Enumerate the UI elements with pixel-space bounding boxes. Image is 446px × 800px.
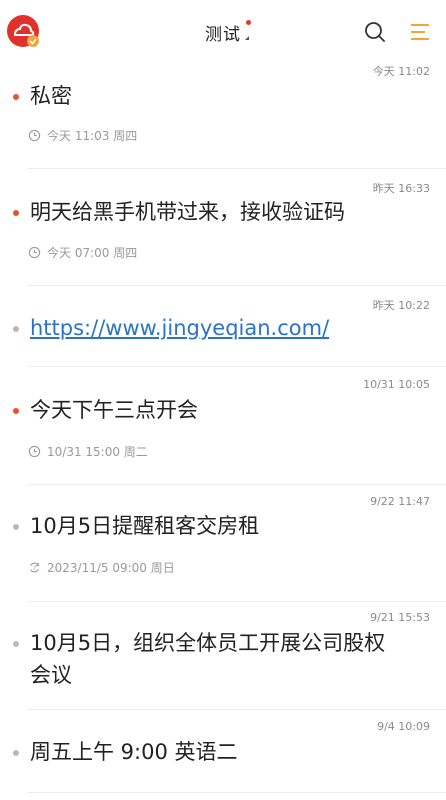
menu-icon[interactable] bbox=[409, 22, 431, 42]
note-time: 昨天 10:22 bbox=[372, 299, 430, 312]
note-text: 10月5日，组织全体员工开展公司股权 会议 bbox=[30, 627, 430, 691]
note-time: 9/4 10:09 bbox=[377, 720, 430, 733]
reminder-text: 10/31 15:00 周二 bbox=[47, 445, 148, 459]
divider bbox=[28, 285, 446, 286]
clock-icon bbox=[28, 445, 41, 458]
search-icon[interactable] bbox=[363, 20, 387, 44]
note-time: 昨天 16:33 bbox=[372, 182, 430, 195]
priority-dot bbox=[13, 524, 19, 530]
note-text: 10月5日提醒租客交房租 bbox=[30, 514, 260, 538]
note-reminder: 今天 07:00 周四 bbox=[28, 244, 137, 261]
unread-dot bbox=[246, 20, 251, 25]
svg-text:2: 2 bbox=[33, 566, 36, 572]
note-link[interactable]: https://www.jingyeqian.com/ bbox=[30, 316, 329, 340]
note-text: 今天下午三点开会 bbox=[30, 398, 198, 422]
reminder-text: 2023/11/5 09:00 周日 bbox=[47, 561, 175, 575]
note-text: 明天给黑手机带过来，接收验证码 bbox=[30, 200, 345, 224]
divider bbox=[28, 792, 446, 793]
note-reminder: 2 2023/11/5 09:00 周日 bbox=[28, 559, 175, 576]
note-text-line: 10月5日，组织全体员工开展公司股权 bbox=[30, 631, 386, 655]
note-time: 今天 11:02 bbox=[372, 65, 430, 78]
divider bbox=[28, 366, 446, 367]
note-text: https://www.jingyeqian.com/ bbox=[30, 312, 430, 344]
reminder-text: 今天 11:03 周四 bbox=[47, 129, 138, 143]
clock-icon bbox=[28, 246, 41, 259]
divider bbox=[28, 601, 446, 602]
priority-dot bbox=[13, 408, 19, 414]
note-time: 9/22 11:47 bbox=[370, 495, 430, 508]
note-text: 私密 bbox=[30, 84, 72, 108]
app-header: 测试 bbox=[0, 0, 446, 62]
priority-dot bbox=[13, 210, 19, 216]
divider bbox=[28, 168, 446, 169]
folder-title[interactable]: 测试 bbox=[205, 25, 241, 45]
priority-dot bbox=[13, 94, 19, 100]
note-time: 10/31 10:05 bbox=[363, 378, 430, 391]
note-time: 9/21 15:53 bbox=[370, 611, 430, 624]
dropdown-indicator-icon bbox=[245, 36, 249, 40]
priority-dot bbox=[13, 750, 19, 756]
priority-dot bbox=[13, 641, 19, 647]
clock-icon bbox=[28, 129, 41, 142]
divider bbox=[28, 709, 446, 710]
divider bbox=[28, 484, 446, 485]
priority-dot bbox=[13, 326, 19, 332]
reminder-text: 今天 07:00 周四 bbox=[47, 246, 138, 260]
note-reminder: 10/31 15:00 周二 bbox=[28, 443, 148, 460]
note-text: 周五上午 9:00 英语二 bbox=[30, 740, 238, 764]
note-text-line: 会议 bbox=[30, 663, 72, 687]
note-reminder: 今天 11:03 周四 bbox=[28, 127, 137, 144]
repeat-icon: 2 bbox=[30, 562, 39, 573]
